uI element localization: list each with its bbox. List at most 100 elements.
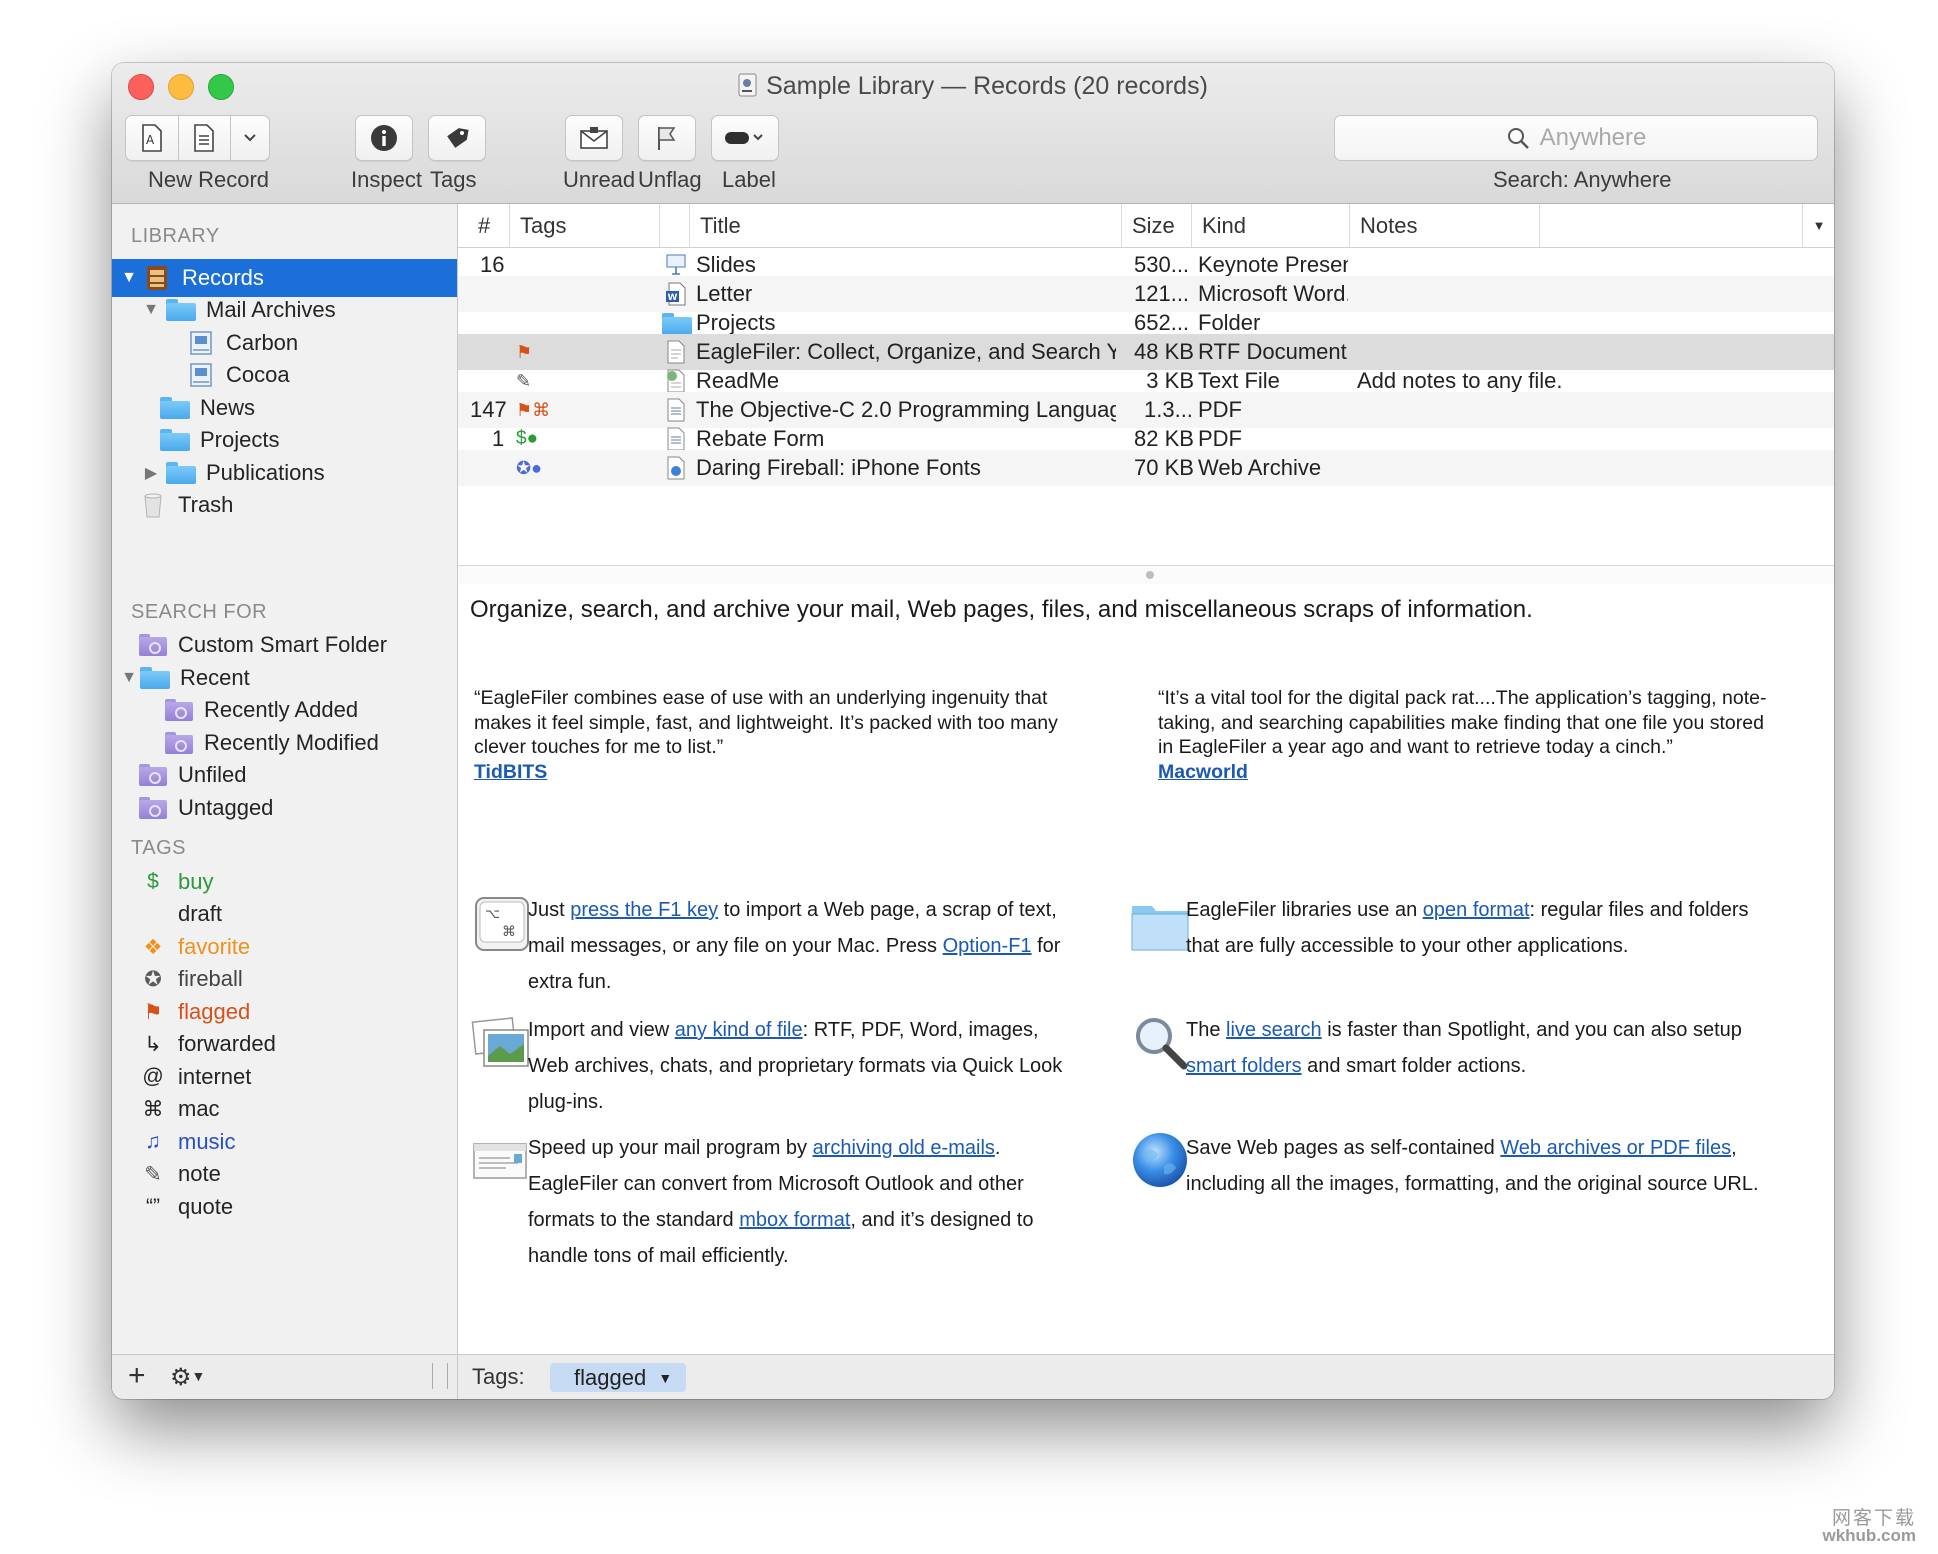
column-filler (1540, 204, 1834, 247)
gear-menu-button[interactable]: ⚙▼ (170, 1363, 205, 1392)
archiving-old-emails-link[interactable]: archiving old e-mails (813, 1137, 995, 1159)
favorite-icon: ❖ (143, 935, 163, 959)
smart-folder-icon (138, 795, 168, 821)
feature-any-file: Import and view any kind of file: RTF, P… (528, 1012, 1068, 1120)
quote-source-link[interactable]: Macworld (1158, 761, 1248, 783)
quote-source-link[interactable]: TidBITS (474, 761, 547, 783)
sidebar-resize-handle[interactable] (432, 1363, 448, 1389)
mbox-format-link[interactable]: mbox format (739, 1209, 850, 1231)
tag-token-label: flagged (574, 1365, 647, 1390)
chevron-down-icon[interactable]: ▼ (658, 1370, 672, 1386)
trash-icon (138, 492, 168, 518)
feature-text: Save Web pages as self-contained (1186, 1137, 1501, 1159)
sidebar-item-label: Records (182, 265, 264, 290)
option-f1-link[interactable]: Option-F1 (943, 935, 1032, 957)
sidebar-item-label: Carbon (226, 330, 299, 355)
disclosure-open-icon[interactable]: ▼ (120, 669, 138, 687)
new-rtf-record-button[interactable]: A (126, 116, 179, 160)
tag-token-flagged[interactable]: flagged ▼ (550, 1363, 687, 1392)
search-field[interactable]: Anywhere (1334, 115, 1818, 161)
column-kind[interactable]: Kind (1192, 204, 1350, 247)
new-record-label: New Record (148, 167, 270, 192)
tags-bar-label: Tags: (472, 1364, 525, 1389)
rtf-document-icon: A (142, 124, 162, 152)
search-icon (1507, 128, 1529, 149)
column-options-button[interactable]: ▼ (1802, 204, 1834, 247)
sidebar-tag-quote[interactable]: “” quote (112, 1188, 457, 1226)
column-size[interactable]: Size (1122, 204, 1192, 247)
search-scope-label: Search: Anywhere (1493, 167, 1672, 192)
column-tags[interactable]: Tags (510, 204, 660, 247)
tags-bar: Tags: flagged ▼ (458, 1354, 1834, 1399)
watermark-line1: 网客下载 (1831, 1508, 1916, 1529)
any-kind-of-file-link[interactable]: any kind of file (675, 1019, 803, 1041)
info-icon (371, 125, 397, 151)
mailbox-icon (186, 362, 216, 388)
globe-icon (1133, 1133, 1187, 1187)
watermark-line2: wkhub.com (1822, 1526, 1916, 1545)
folder-icon (160, 427, 190, 453)
press-f1-link[interactable]: press the F1 key (570, 899, 718, 921)
sidebar: LIBRARY ▼ Records ▼ Mail Archives Carbon… (112, 204, 458, 1354)
gear-icon: ⚙ (170, 1364, 192, 1391)
mail-message-icon (473, 1143, 527, 1179)
sidebar-footer: + ⚙▼ (112, 1354, 458, 1399)
new-text-record-button[interactable] (179, 116, 232, 160)
sidebar-item-label: Unfiled (178, 762, 247, 787)
feature-text: Speed up your mail program by (528, 1137, 813, 1159)
tags-button[interactable] (428, 115, 486, 161)
disclosure-closed-icon[interactable]: ▶ (142, 463, 160, 483)
inspect-button[interactable] (355, 115, 413, 161)
column-title[interactable]: Title (690, 204, 1122, 247)
disclosure-open-icon[interactable]: ▼ (120, 269, 138, 287)
web-archives-pdf-link[interactable]: Web archives or PDF files (1500, 1137, 1731, 1159)
tag-label: note (178, 1161, 221, 1186)
folder-icon (160, 395, 190, 421)
label-button[interactable] (711, 115, 779, 161)
smart-folder-icon (164, 697, 194, 723)
sidebar-item-label: Projects (200, 427, 280, 452)
sidebar-item-label: Recently Added (204, 697, 359, 722)
tags-header: TAGS (131, 837, 186, 859)
keynote-icon (666, 254, 686, 275)
live-search-link[interactable]: live search (1226, 1019, 1322, 1041)
column-notes[interactable]: Notes (1350, 204, 1540, 247)
feature-mail-archiving: Speed up your mail program by archiving … (528, 1130, 1068, 1274)
open-format-link[interactable]: open format (1423, 899, 1530, 921)
smart-folders-link[interactable]: smart folders (1186, 1055, 1302, 1077)
disclosure-open-icon[interactable]: ▼ (142, 301, 160, 319)
sidebar-item-label: Untagged (178, 795, 274, 820)
splitter-grip-icon (1146, 571, 1154, 579)
at-sign-icon: @ (142, 1065, 164, 1088)
row-size: 70 KB (1134, 455, 1194, 480)
forward-arrow-icon: ↳ (144, 1032, 162, 1056)
quote-marks-icon: “” (146, 1195, 160, 1218)
sidebar-item-label: News (200, 395, 256, 420)
column-number[interactable]: # (458, 204, 510, 247)
chevron-down-icon: ▼ (191, 1368, 206, 1384)
chevron-down-icon (244, 134, 256, 142)
sidebar-item-label: Recently Modified (204, 730, 379, 755)
folder-icon (1131, 906, 1189, 951)
folder-icon (166, 297, 196, 323)
tag-label: forwarded (178, 1031, 276, 1056)
add-button[interactable]: + (128, 1359, 146, 1393)
column-icon[interactable] (660, 204, 690, 247)
svg-text:⌘: ⌘ (502, 924, 516, 940)
unflag-button[interactable] (638, 115, 696, 161)
app-window: Sample Library — Records (20 records) A … (112, 63, 1834, 1399)
row-kind: Web Archive (1198, 455, 1322, 480)
preview-headline: Organize, search, and archive your mail,… (470, 596, 1533, 623)
unread-label: Unread (563, 167, 636, 192)
sidebar-item-label: Mail Archives (206, 297, 336, 322)
flag-icon: ⚑ (143, 1000, 163, 1024)
sidebar-item-untagged[interactable]: Untagged (112, 789, 457, 827)
sidebar-item-trash[interactable]: Trash (112, 486, 457, 524)
pane-splitter[interactable] (458, 565, 1834, 585)
table-row[interactable]: ✪● Daring Fireball: iPhone Fonts 70 KB W… (458, 450, 1834, 486)
unread-button[interactable] (565, 115, 623, 161)
smart-folder-icon (138, 632, 168, 658)
new-record-menu-button[interactable] (231, 133, 269, 143)
pdf-icon (667, 427, 685, 451)
svg-text:A: A (146, 133, 155, 147)
